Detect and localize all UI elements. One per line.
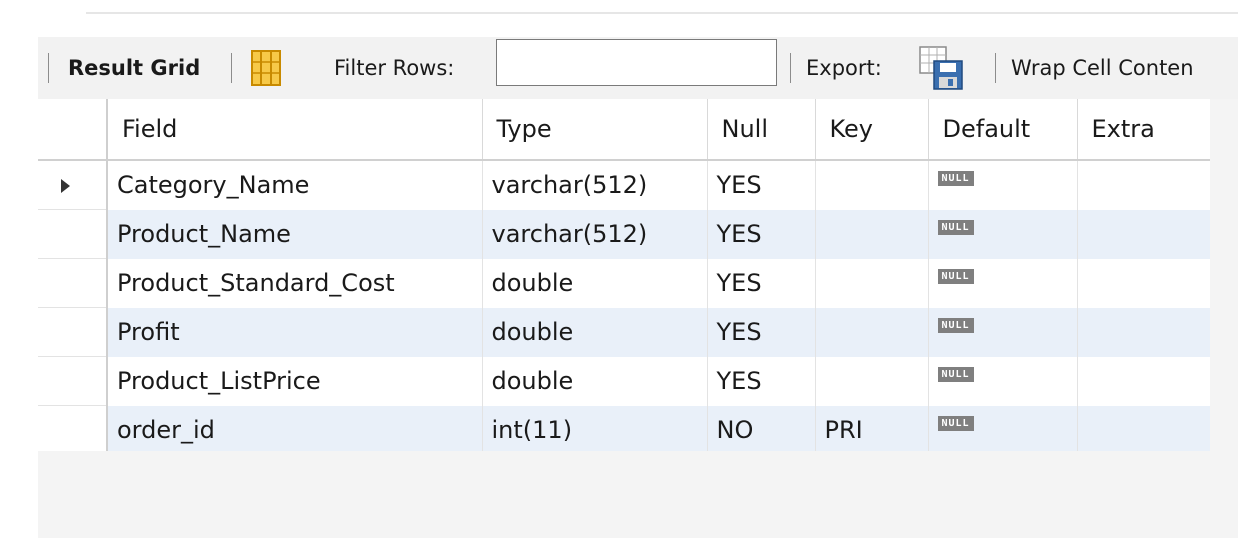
table-row[interactable]: Product_ListPrice double YES NULL [38, 356, 1210, 406]
cell-field[interactable]: Product_ListPrice [107, 356, 483, 406]
column-header-null[interactable]: Null [707, 99, 816, 161]
cell-default[interactable]: NULL [928, 160, 1078, 210]
null-badge: NULL [937, 269, 974, 284]
cell-key[interactable] [815, 356, 929, 406]
result-grid: Field Type Null Key Default Extra Catego… [38, 99, 1210, 451]
null-badge: NULL [937, 416, 974, 431]
cell-extra[interactable] [1077, 405, 1210, 451]
cell-field[interactable]: Product_Standard_Cost [107, 258, 483, 308]
toolbar-separator [48, 53, 49, 83]
table-row[interactable]: Profit double YES NULL [38, 307, 1210, 357]
cell-extra[interactable] [1077, 356, 1210, 406]
filter-rows-input[interactable] [496, 39, 777, 86]
cell-type[interactable]: varchar(512) [482, 160, 708, 210]
row-selector[interactable] [38, 209, 108, 259]
cell-null[interactable]: YES [707, 258, 816, 308]
cell-key[interactable]: PRI [815, 405, 929, 451]
cell-type[interactable]: int(11) [482, 405, 708, 451]
filter-rows-label: Filter Rows: [334, 56, 455, 80]
result-grid-button[interactable]: Result Grid [68, 37, 200, 99]
cell-type[interactable]: double [482, 307, 708, 357]
column-header-default[interactable]: Default [928, 99, 1078, 161]
cell-null[interactable]: YES [707, 160, 816, 210]
result-toolbar: Result Grid Filter Rows: Export: Wrap Ce… [38, 37, 1238, 99]
cell-null[interactable]: NO [707, 405, 816, 451]
export-save-icon[interactable] [918, 43, 968, 93]
grid-header-row: Field Type Null Key Default Extra [38, 99, 1210, 161]
cell-key[interactable] [815, 160, 929, 210]
cell-extra[interactable] [1077, 307, 1210, 357]
cell-type[interactable]: double [482, 356, 708, 406]
table-row[interactable]: Category_Name varchar(512) YES NULL [38, 160, 1210, 210]
cell-null[interactable]: YES [707, 356, 816, 406]
column-header-type[interactable]: Type [482, 99, 708, 161]
row-selector[interactable] [38, 258, 108, 308]
row-selector[interactable] [38, 356, 108, 406]
column-header-field[interactable]: Field [107, 99, 483, 161]
wrap-cell-content-label[interactable]: Wrap Cell Conten [1011, 37, 1194, 99]
table-row[interactable]: Product_Name varchar(512) YES NULL [38, 209, 1210, 259]
row-selector[interactable] [38, 307, 108, 357]
null-badge: NULL [937, 318, 974, 333]
result-grid-table: Field Type Null Key Default Extra Catego… [38, 99, 1210, 451]
cell-default[interactable]: NULL [928, 405, 1078, 451]
null-badge: NULL [937, 220, 974, 235]
null-badge: NULL [937, 367, 974, 382]
cell-field[interactable]: order_id [107, 405, 483, 451]
cell-type[interactable]: varchar(512) [482, 209, 708, 259]
cell-default[interactable]: NULL [928, 258, 1078, 308]
cell-type[interactable]: double [482, 258, 708, 308]
cell-extra[interactable] [1077, 160, 1210, 210]
cell-key[interactable] [815, 258, 929, 308]
current-row-arrow-icon [60, 179, 70, 193]
column-layout-icon[interactable] [248, 49, 284, 87]
row-header-corner [38, 99, 108, 161]
table-row[interactable]: Product_Standard_Cost double YES NULL [38, 258, 1210, 308]
column-header-key[interactable]: Key [815, 99, 929, 161]
toolbar-separator [790, 53, 791, 83]
toolbar-separator [995, 53, 996, 83]
cell-field[interactable]: Category_Name [107, 160, 483, 210]
cell-key[interactable] [815, 307, 929, 357]
cell-extra[interactable] [1077, 258, 1210, 308]
null-badge: NULL [937, 171, 974, 187]
row-selector[interactable] [38, 405, 108, 451]
cell-default[interactable]: NULL [928, 209, 1078, 259]
cell-key[interactable] [815, 209, 929, 259]
cell-default[interactable]: NULL [928, 307, 1078, 357]
cell-field[interactable]: Product_Name [107, 209, 483, 259]
row-selector[interactable] [38, 160, 108, 210]
table-row[interactable]: order_id int(11) NO PRI NULL [38, 405, 1210, 451]
column-header-extra[interactable]: Extra [1077, 99, 1210, 161]
top-divider [86, 12, 1238, 14]
cell-default[interactable]: NULL [928, 356, 1078, 406]
cell-null[interactable]: YES [707, 307, 816, 357]
export-label: Export: [806, 56, 882, 80]
cell-extra[interactable] [1077, 209, 1210, 259]
toolbar-separator [231, 53, 232, 83]
cell-null[interactable]: YES [707, 209, 816, 259]
cell-field[interactable]: Profit [107, 307, 483, 357]
